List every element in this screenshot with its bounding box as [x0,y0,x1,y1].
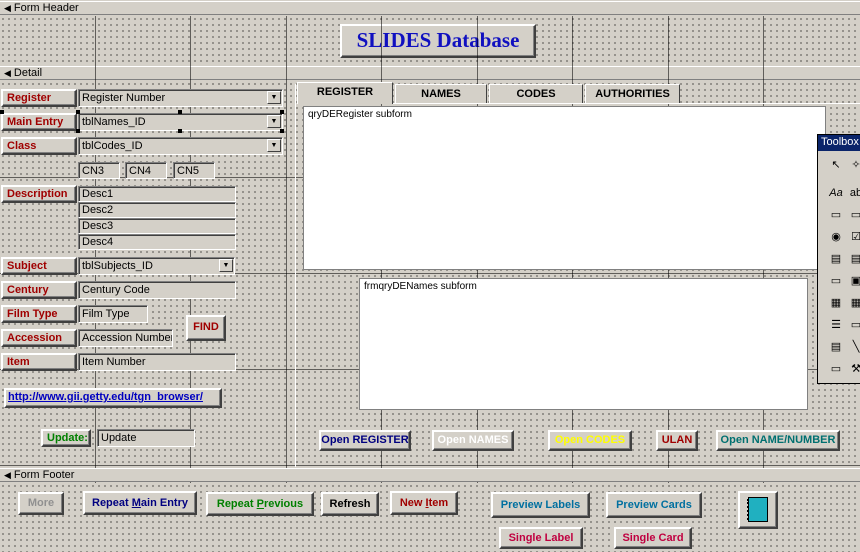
refresh-button[interactable]: Refresh [321,492,379,516]
repeat-previous-button[interactable]: Repeat Previous [206,492,314,516]
dropdown-arrow-icon[interactable]: ▼ [267,115,281,128]
century-field[interactable]: Century Code [78,281,236,299]
film-type-label: Film Type [1,305,77,323]
selection-handle[interactable] [178,110,182,114]
update-field[interactable]: Update [97,429,195,447]
description-label: Description [1,185,77,203]
find-button[interactable]: FIND [186,315,226,341]
desc4-field[interactable]: Desc4 [78,234,236,250]
dropdown-arrow-icon[interactable]: ▼ [219,259,233,272]
toolbox-window[interactable]: Toolbox ↖ ✧ Aa ab ▭ ▭ ◉ ☑ ▤ ▤ ▭ ▣ ▦ ▦ ☰ … [817,134,860,384]
class-label: Class [1,137,77,155]
open-register-button[interactable]: Open REGISTER [319,430,411,451]
line-icon[interactable]: ╲ [848,339,860,355]
single-label-button[interactable]: Single Label [499,527,583,549]
subject-label: Subject [1,257,77,275]
unbound-object-icon[interactable]: ▦ [828,295,844,311]
selection-handle[interactable] [76,129,80,133]
cn5-field[interactable]: CN5 [173,162,215,179]
wizard-icon[interactable]: ✧ [848,157,860,173]
desc3-field[interactable]: Desc3 [78,218,236,234]
command-button-icon[interactable]: ▭ [828,273,844,289]
subject-combo[interactable]: tblSubjects_ID ▼ [78,257,235,275]
list-icon[interactable]: ▤ [848,251,860,267]
accession-label: Accession [1,329,77,347]
more-controls-icon[interactable]: ⚒ [848,361,860,377]
cn4-field[interactable]: CN4 [125,162,167,179]
section-arrow-icon: ◀ [4,3,11,13]
detail-bar[interactable]: ◀ Detail [0,66,860,80]
toggle-icon[interactable]: ▭ [848,207,860,223]
subform-icon[interactable]: ▤ [828,339,844,355]
cn3-field[interactable]: CN3 [78,162,120,179]
label-icon[interactable]: Aa [828,185,844,201]
desc1-field[interactable]: Desc1 [78,186,236,202]
option-group-icon[interactable]: ▭ [828,207,844,223]
preview-cards-button[interactable]: Preview Cards [606,492,702,518]
register-subform[interactable]: qryDERegister subform [303,106,826,270]
dropdown-arrow-icon[interactable]: ▼ [267,91,281,104]
century-label: Century [1,281,77,299]
selection-handle[interactable] [76,110,80,114]
dropdown-arrow-icon[interactable]: ▼ [267,139,281,152]
open-codes-button[interactable]: Open CODES [548,430,632,451]
combo-icon[interactable]: ▤ [828,251,844,267]
section-arrow-icon: ◀ [4,68,11,78]
ulan-button[interactable]: ULAN [656,430,698,451]
names-subform[interactable]: frmqryDENames subform [359,278,808,410]
tab-register[interactable]: REGISTER [297,82,393,104]
item-field[interactable]: Item Number [78,353,236,371]
open-names-button[interactable]: Open NAMES [432,430,514,451]
form-header-bar[interactable]: ◀ Form Header [0,1,860,15]
update-label: Update: [41,429,91,447]
more-button[interactable]: More [18,492,64,515]
bound-object-icon[interactable]: ▦ [848,295,860,311]
selection-handle[interactable] [178,129,182,133]
selection-handle[interactable] [0,110,4,114]
page-break-icon[interactable]: ☰ [828,317,844,333]
class-combo[interactable]: tblCodes_ID ▼ [78,137,283,155]
image-icon[interactable]: ▣ [848,273,860,289]
desc2-field[interactable]: Desc2 [78,202,236,218]
form-footer-bar[interactable]: ◀ Form Footer [0,468,860,482]
option-button-icon[interactable]: ◉ [828,229,844,245]
tab-authorities[interactable]: AUTHORITIES [585,84,680,104]
selection-handle[interactable] [280,129,284,133]
toolbox-title[interactable]: Toolbox [818,135,860,151]
register-label: Register [1,89,77,107]
textbox-icon[interactable]: ab [848,185,860,201]
notebook-icon[interactable] [738,491,778,529]
preview-labels-button[interactable]: Preview Labels [491,492,590,518]
title-label[interactable]: SLIDES Database [340,24,536,58]
tab-control-icon[interactable]: ▭ [848,317,860,333]
film-type-field[interactable]: Film Type [78,305,148,323]
item-label: Item [1,353,77,371]
checkbox-icon[interactable]: ☑ [848,229,860,245]
single-card-button[interactable]: Single Card [614,527,692,549]
section-arrow-icon: ◀ [4,470,11,480]
open-name-number-button[interactable]: Open NAME/NUMBER [716,430,840,451]
tab-names[interactable]: NAMES [395,84,487,104]
main-entry-label: Main Entry [1,113,77,131]
accession-field[interactable]: Accession Number [78,329,173,347]
repeat-main-entry-button[interactable]: Repeat Main Entry [83,491,197,515]
selection-handle[interactable] [280,110,284,114]
pointer-icon[interactable]: ↖ [828,157,844,173]
rectangle-icon[interactable]: ▭ [828,361,844,377]
register-combo[interactable]: Register Number ▼ [78,89,283,107]
tab-codes[interactable]: CODES [489,84,583,104]
new-item-button[interactable]: New Item [390,491,458,515]
tgn-link[interactable]: http://www.gii.getty.edu/tgn_browser/ [4,388,222,408]
